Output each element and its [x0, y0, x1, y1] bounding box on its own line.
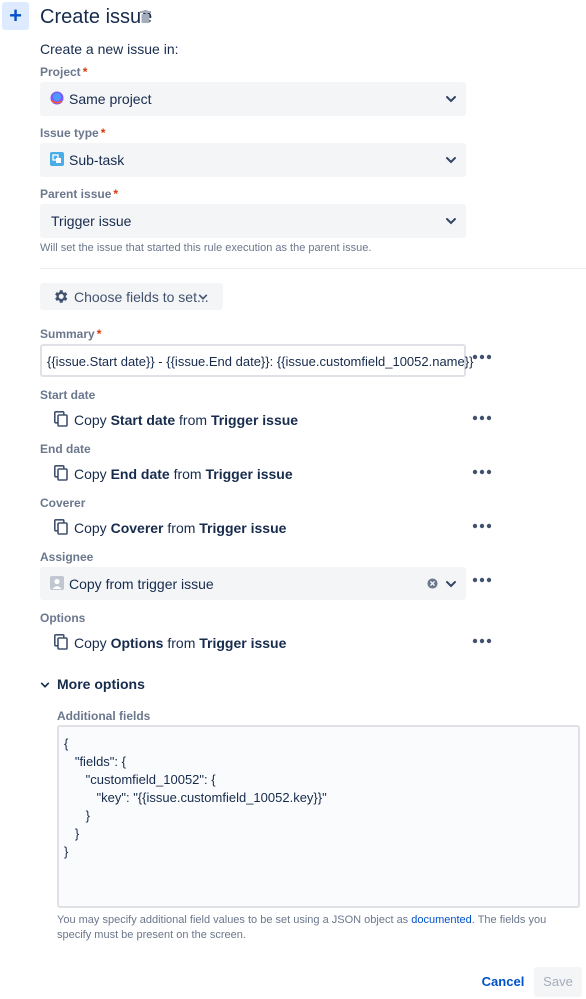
chevron-down-icon — [446, 581, 456, 588]
subtask-icon — [50, 152, 64, 166]
parent-issue-label: Parent issue * — [40, 187, 119, 201]
project-globe-icon — [50, 91, 64, 105]
issue-type-select[interactable]: Sub-task — [40, 143, 466, 177]
more-actions-icon[interactable] — [472, 354, 492, 360]
plus-icon: + — [9, 3, 22, 28]
end-date-label: End date — [40, 442, 91, 456]
documented-link[interactable]: documented — [411, 914, 472, 926]
copy-icon — [54, 465, 68, 481]
additional-fields-helper: You may specify additional field values … — [57, 914, 547, 941]
add-action-button[interactable]: + — [2, 2, 29, 30]
required-marker: * — [82, 65, 88, 79]
more-actions-icon[interactable] — [472, 415, 492, 421]
project-select[interactable]: Same project — [40, 82, 466, 116]
more-actions-icon[interactable] — [472, 469, 492, 475]
additional-fields-label: Additional fields — [57, 709, 151, 723]
chevron-down-icon — [40, 682, 50, 688]
save-button[interactable]: Save — [534, 967, 582, 997]
issue-type-label: Issue type * — [40, 126, 106, 140]
issue-type-value: Sub-task — [69, 152, 125, 168]
assignee-value: Copy from trigger issue — [69, 576, 214, 592]
choose-fields-button[interactable]: Choose fields to set... — [40, 283, 223, 310]
parent-issue-value: Trigger issue — [51, 213, 132, 229]
chevron-down-icon — [446, 96, 456, 103]
assignee-select[interactable]: Copy from trigger issue — [40, 567, 466, 600]
options-label: Options — [40, 611, 86, 625]
chevron-down-icon — [198, 294, 208, 300]
more-actions-icon[interactable] — [472, 523, 492, 529]
assignee-label: Assignee — [40, 550, 94, 564]
copy-icon — [54, 634, 68, 650]
summary-value: {{issue.Start date}} - {{issue.End date}… — [47, 354, 474, 369]
divider — [40, 268, 586, 269]
additional-fields-value: { "fields": { "customfield_10052": { "ke… — [64, 736, 327, 859]
chevron-down-icon — [446, 218, 456, 225]
page-title: Create issue — [40, 6, 153, 28]
required-marker: * — [96, 327, 102, 341]
parent-issue-helper: Will set the issue that started this rul… — [40, 242, 372, 254]
copy-icon — [54, 519, 68, 535]
parent-issue-select[interactable]: Trigger issue — [40, 204, 466, 238]
coverer-label: Coverer — [40, 496, 86, 510]
copy-icon — [54, 411, 68, 427]
more-actions-icon[interactable] — [472, 577, 492, 583]
project-value: Same project — [69, 91, 152, 107]
project-label: Project * — [40, 65, 88, 79]
intro-text: Create a new issue in: — [40, 41, 179, 57]
required-marker: * — [113, 187, 119, 201]
trash-icon[interactable] — [140, 10, 151, 23]
avatar-icon — [50, 576, 64, 590]
chevron-down-icon — [446, 157, 456, 164]
clear-icon[interactable] — [427, 578, 438, 589]
gear-icon — [55, 290, 68, 303]
required-marker: * — [100, 126, 106, 140]
more-actions-icon[interactable] — [472, 638, 492, 644]
summary-input[interactable]: {{issue.Start date}} - {{issue.End date}… — [40, 344, 473, 377]
choose-fields-label: Choose fields to set... — [74, 289, 209, 305]
more-options-label: More options — [57, 676, 145, 692]
summary-label: Summary * — [40, 327, 102, 341]
additional-fields-textarea[interactable]: { "fields": { "customfield_10052": { "ke… — [57, 725, 580, 908]
cancel-button[interactable]: Cancel — [480, 968, 526, 996]
start-date-label: Start date — [40, 388, 96, 402]
